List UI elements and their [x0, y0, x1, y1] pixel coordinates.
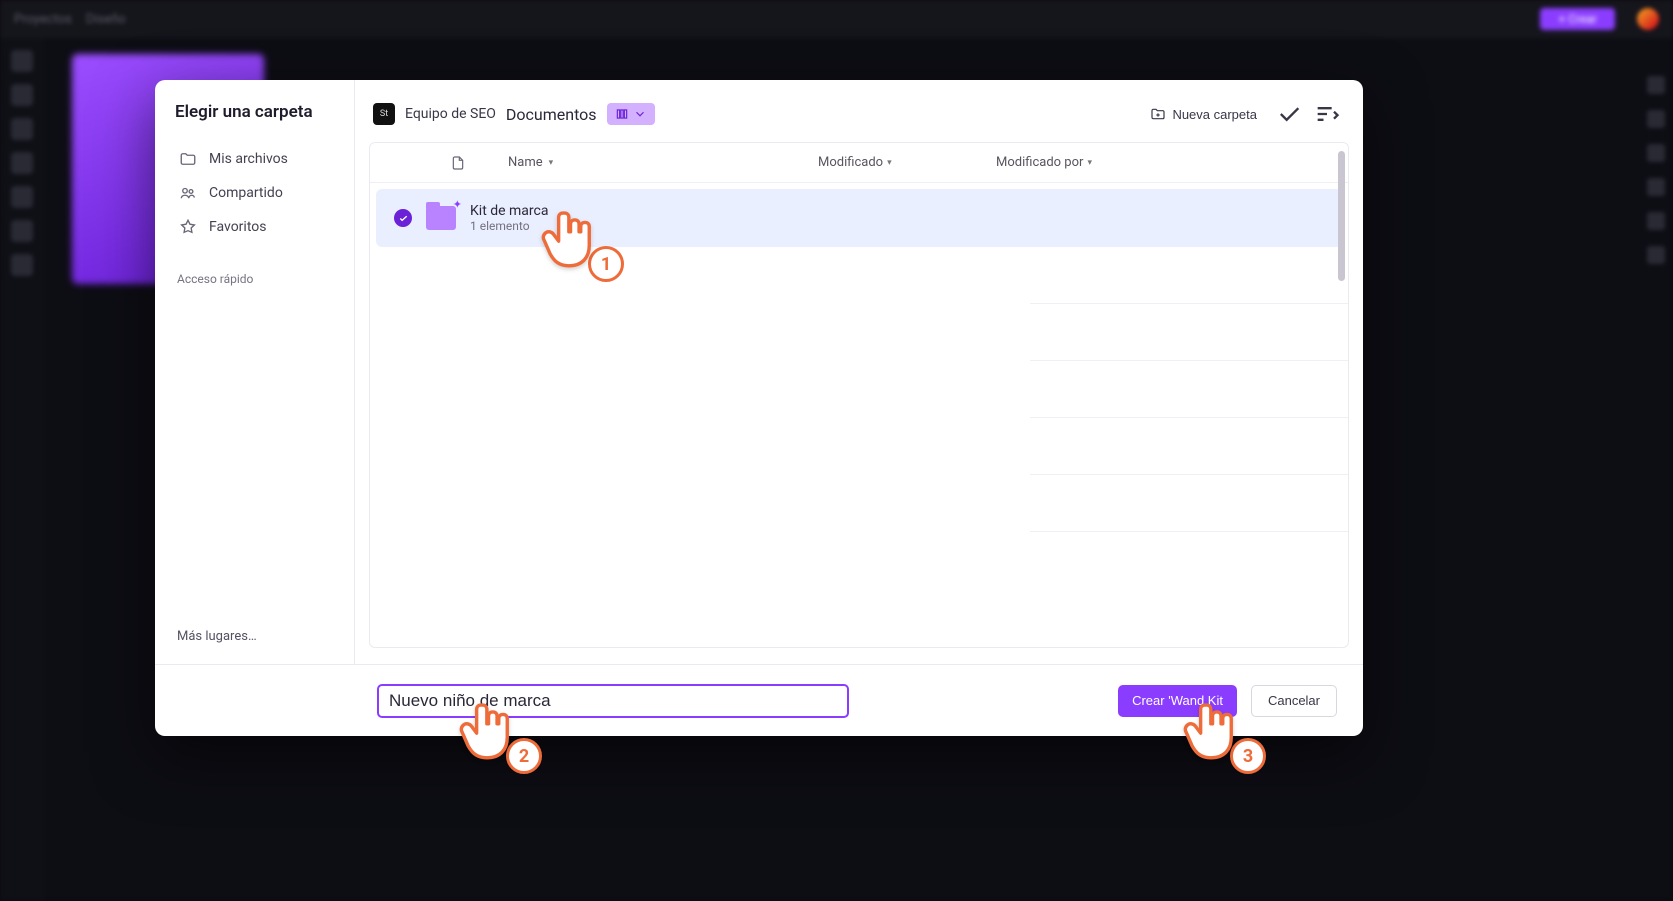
column-header-modified[interactable]: Modificado ▾ — [818, 155, 988, 170]
bg-create-button: + Crear — [1540, 8, 1615, 30]
main-panel: St Equipo de SEO Documentos Nueva carpet… — [355, 80, 1363, 664]
new-folder-button[interactable]: Nueva carpeta — [1142, 100, 1265, 128]
chevron-down-icon: ▾ — [887, 158, 892, 168]
sidebar-item-favorites[interactable]: Favoritos — [173, 210, 350, 244]
row-name: Kit de marca — [470, 203, 548, 219]
folder-icon — [179, 150, 197, 168]
sort-icon — [1313, 100, 1341, 128]
folder-icon: ✦ — [426, 206, 456, 230]
folder-row[interactable]: ✦ Kit de marca 1 elemento — [376, 189, 1342, 247]
sidebar: Elegir una carpeta Mis archivos Comparti… — [155, 80, 355, 664]
view-columns-chip[interactable] — [607, 103, 655, 125]
check-icon — [1275, 100, 1303, 128]
people-icon — [179, 184, 197, 202]
bg-avatar — [1637, 8, 1659, 30]
scrollbar-thumb[interactable] — [1338, 151, 1345, 281]
sidebar-item-my-files[interactable]: Mis archivos — [173, 142, 350, 176]
bg-title-1: Proyectos — [14, 12, 72, 27]
confirm-check-button[interactable] — [1275, 100, 1303, 128]
sparkle-icon: ✦ — [453, 198, 462, 211]
empty-rows-divider — [370, 303, 1348, 532]
sidebar-item-label: Mis archivos — [209, 151, 288, 167]
file-list: Name ▾ Modificado ▾ Modificado por ▾ — [369, 142, 1349, 648]
chevron-down-icon: ▾ — [549, 158, 554, 168]
dialog-title: Elegir una carpeta — [173, 102, 350, 122]
name-input[interactable] — [377, 684, 849, 718]
new-folder-icon — [1150, 106, 1166, 122]
row-subtitle: 1 elemento — [470, 219, 548, 233]
column-label: Modificado — [818, 155, 883, 170]
bg-title-2: Diseño — [86, 12, 126, 27]
breadcrumb-team[interactable]: Equipo de SEO — [405, 106, 496, 122]
save-to-folder-dialog: Elegir una carpeta Mis archivos Comparti… — [155, 80, 1363, 736]
sidebar-item-label: Compartido — [209, 185, 283, 201]
breadcrumb-section[interactable]: Documentos — [506, 105, 597, 124]
sidebar-more-places[interactable]: Más lugares… — [173, 621, 350, 652]
dialog-footer: Crear 'Wand Kit Cancelar — [155, 664, 1363, 736]
chevron-down-icon: ▾ — [1087, 158, 1092, 168]
cancel-button[interactable]: Cancelar — [1251, 685, 1337, 717]
sort-options-button[interactable] — [1313, 100, 1341, 128]
sidebar-quick-access-label: Acceso rápido — [173, 272, 350, 286]
column-label: Modificado por — [996, 155, 1083, 170]
row-selected-check[interactable] — [394, 209, 412, 227]
star-icon — [179, 218, 197, 236]
sidebar-item-label: Favoritos — [209, 219, 266, 235]
chevron-down-icon — [633, 107, 647, 121]
new-folder-label: Nueva carpeta — [1172, 107, 1257, 122]
column-header-name[interactable]: Name ▾ — [508, 155, 768, 170]
list-header: Name ▾ Modificado ▾ Modificado por ▾ — [370, 143, 1348, 183]
column-label: Name — [508, 155, 543, 170]
file-icon — [450, 155, 466, 171]
breadcrumb-bar: St Equipo de SEO Documentos Nueva carpet… — [355, 80, 1363, 142]
column-header-modified-by[interactable]: Modificado por ▾ — [996, 155, 1092, 170]
team-badge: St — [373, 103, 395, 125]
create-button[interactable]: Crear 'Wand Kit — [1118, 685, 1237, 717]
sidebar-item-shared[interactable]: Compartido — [173, 176, 350, 210]
